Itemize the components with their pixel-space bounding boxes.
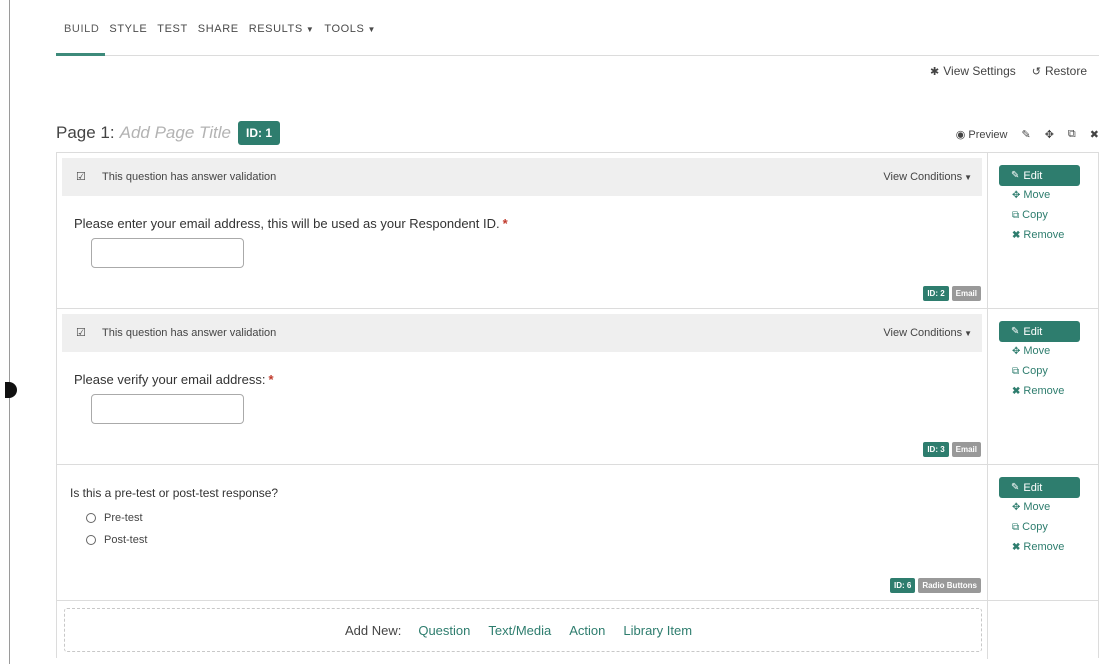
question-badges: ID: 6 Radio Buttons bbox=[887, 578, 981, 593]
radio-button[interactable] bbox=[86, 513, 96, 523]
caret-down-icon: ▼ bbox=[367, 25, 376, 34]
add-action-link[interactable]: Action bbox=[569, 623, 605, 638]
move-button[interactable]: ✥ Move bbox=[1012, 345, 1050, 357]
copy-icon: ⧉ bbox=[1012, 365, 1020, 377]
close-icon: ✖ bbox=[1012, 229, 1021, 241]
gear-icon: ✱ bbox=[930, 65, 940, 78]
question-block: Is this a pre-test or post-test response… bbox=[57, 465, 1099, 601]
page-tools: ◉ Preview ✎ ✥ ⧉ ✖ bbox=[956, 128, 1099, 141]
delete-page-icon[interactable]: ✖ bbox=[1090, 128, 1099, 141]
copy-button[interactable]: ⧉ Copy bbox=[1012, 521, 1048, 533]
radio-option[interactable]: Pre-test bbox=[86, 512, 982, 524]
move-page-icon[interactable]: ✥ bbox=[1045, 128, 1054, 141]
caret-down-icon: ▼ bbox=[964, 329, 972, 338]
page-id-badge: ID: 1 bbox=[237, 121, 280, 145]
validation-bar: ☑ This question has answer validation Vi… bbox=[62, 314, 982, 352]
caret-down-icon: ▼ bbox=[964, 173, 972, 182]
tab-style[interactable]: STYLE bbox=[109, 23, 147, 35]
tab-build[interactable]: BUILD bbox=[64, 23, 99, 35]
tab-test[interactable]: TEST bbox=[157, 23, 188, 35]
pencil-icon: ✎ bbox=[1011, 326, 1020, 337]
checkbox-checked-icon: ☑ bbox=[76, 327, 86, 339]
email-input[interactable] bbox=[91, 238, 244, 268]
question-id-badge: ID: 6 bbox=[889, 578, 916, 593]
add-new-side bbox=[987, 601, 1099, 659]
panel-collapse-handle[interactable] bbox=[0, 382, 17, 398]
add-question-link[interactable]: Question bbox=[418, 623, 470, 638]
page-title: Page 1: Add Page Title ID: 1 bbox=[56, 121, 280, 145]
view-conditions-dropdown[interactable]: View Conditions ▼ bbox=[883, 171, 972, 183]
add-new-bar: Add New: Question Text/Media Action Libr… bbox=[64, 608, 982, 652]
question-block: ☑ This question has answer validation Vi… bbox=[57, 309, 1099, 465]
tab-results[interactable]: RESULTS ▼ bbox=[249, 23, 315, 35]
question-badges: ID: 2 Email bbox=[920, 286, 981, 301]
close-icon: ✖ bbox=[1012, 541, 1021, 553]
required-mark: * bbox=[268, 372, 274, 387]
question-type-badge: Radio Buttons bbox=[918, 578, 981, 593]
restore-button[interactable]: ↺ Restore bbox=[1032, 64, 1087, 78]
top-nav: BUILD STYLE TEST SHARE RESULTS ▼ TOOLS ▼ bbox=[56, 0, 1099, 56]
survey-builder: BUILD STYLE TEST SHARE RESULTS ▼ TOOLS ▼ ✱… bbox=[56, 0, 1099, 664]
preview-button[interactable]: ◉ Preview bbox=[955, 128, 1008, 142]
move-button[interactable]: ✥ Move bbox=[1012, 501, 1050, 513]
add-text-media-link[interactable]: Text/Media bbox=[488, 623, 551, 638]
restore-icon: ↺ bbox=[1031, 65, 1041, 78]
caret-down-icon: ▼ bbox=[305, 25, 315, 34]
question-block: ☑ This question has answer validation Vi… bbox=[57, 153, 1099, 309]
copy-icon: ⧉ bbox=[1012, 209, 1020, 221]
copy-icon: ⧉ bbox=[1012, 521, 1020, 533]
question-type-badge: Email bbox=[951, 286, 981, 301]
tab-share[interactable]: SHARE bbox=[198, 23, 239, 35]
view-settings-button[interactable]: ✱ View Settings bbox=[930, 64, 1016, 78]
page-questions: ☑ This question has answer validation Vi… bbox=[56, 152, 1099, 659]
remove-button[interactable]: ✖ Remove bbox=[1012, 229, 1064, 241]
edit-page-icon[interactable]: ✎ bbox=[1021, 128, 1030, 141]
page-header: Page 1: Add Page Title ID: 1 ◉ Preview ✎… bbox=[56, 118, 1099, 148]
pencil-icon: ✎ bbox=[1011, 170, 1020, 181]
page-title-placeholder[interactable]: Add Page Title bbox=[120, 123, 231, 143]
close-icon: ✖ bbox=[1012, 385, 1021, 397]
view-conditions-dropdown[interactable]: View Conditions ▼ bbox=[883, 327, 972, 339]
edit-button[interactable]: ✎ Edit bbox=[999, 321, 1080, 342]
question-badges: ID: 3 Email bbox=[920, 442, 981, 457]
remove-button[interactable]: ✖ Remove bbox=[1012, 385, 1064, 397]
question-actions: ✎ Edit ✥ Move ⧉ Copy ✖ Remove bbox=[987, 465, 1099, 600]
tab-tools[interactable]: TOOLS ▼ bbox=[324, 23, 376, 35]
radio-button[interactable] bbox=[86, 535, 96, 545]
question-text: Please verify your email address: * bbox=[74, 372, 274, 387]
move-icon: ✥ bbox=[1012, 501, 1021, 513]
copy-button[interactable]: ⧉ Copy bbox=[1012, 209, 1048, 221]
required-mark: * bbox=[502, 216, 508, 231]
active-tab-indicator bbox=[56, 53, 105, 56]
question-type-badge: Email bbox=[951, 442, 981, 457]
edit-button[interactable]: ✎ Edit bbox=[999, 477, 1080, 498]
move-button[interactable]: ✥ Move bbox=[1012, 189, 1050, 201]
question-actions: ✎ Edit ✥ Move ⧉ Copy ✖ Remove bbox=[987, 153, 1099, 308]
radio-option[interactable]: Post-test bbox=[86, 534, 982, 546]
edit-button[interactable]: ✎ Edit bbox=[999, 165, 1080, 186]
remove-button[interactable]: ✖ Remove bbox=[1012, 541, 1064, 553]
add-new-row: Add New: Question Text/Media Action Libr… bbox=[57, 601, 1099, 659]
pencil-icon: ✎ bbox=[1011, 482, 1020, 493]
question-id-badge: ID: 3 bbox=[923, 442, 949, 457]
move-icon: ✥ bbox=[1012, 345, 1021, 357]
top-actions: ✱ View Settings ↺ Restore bbox=[914, 64, 1087, 78]
left-panel-border bbox=[9, 0, 10, 664]
validation-bar: ☑ This question has answer validation Vi… bbox=[62, 158, 982, 196]
question-id-badge: ID: 2 bbox=[923, 286, 949, 301]
question-text: Please enter your email address, this wi… bbox=[74, 216, 508, 231]
add-library-item-link[interactable]: Library Item bbox=[623, 623, 692, 638]
copy-page-icon[interactable]: ⧉ bbox=[1068, 128, 1076, 141]
question-actions: ✎ Edit ✥ Move ⧉ Copy ✖ Remove bbox=[987, 309, 1099, 464]
copy-button[interactable]: ⧉ Copy bbox=[1012, 365, 1048, 377]
email-input[interactable] bbox=[91, 394, 244, 424]
question-text: Is this a pre-test or post-test response… bbox=[70, 486, 279, 500]
checkbox-checked-icon: ☑ bbox=[76, 171, 86, 183]
eye-icon: ◉ bbox=[955, 129, 966, 141]
move-icon: ✥ bbox=[1012, 189, 1021, 201]
